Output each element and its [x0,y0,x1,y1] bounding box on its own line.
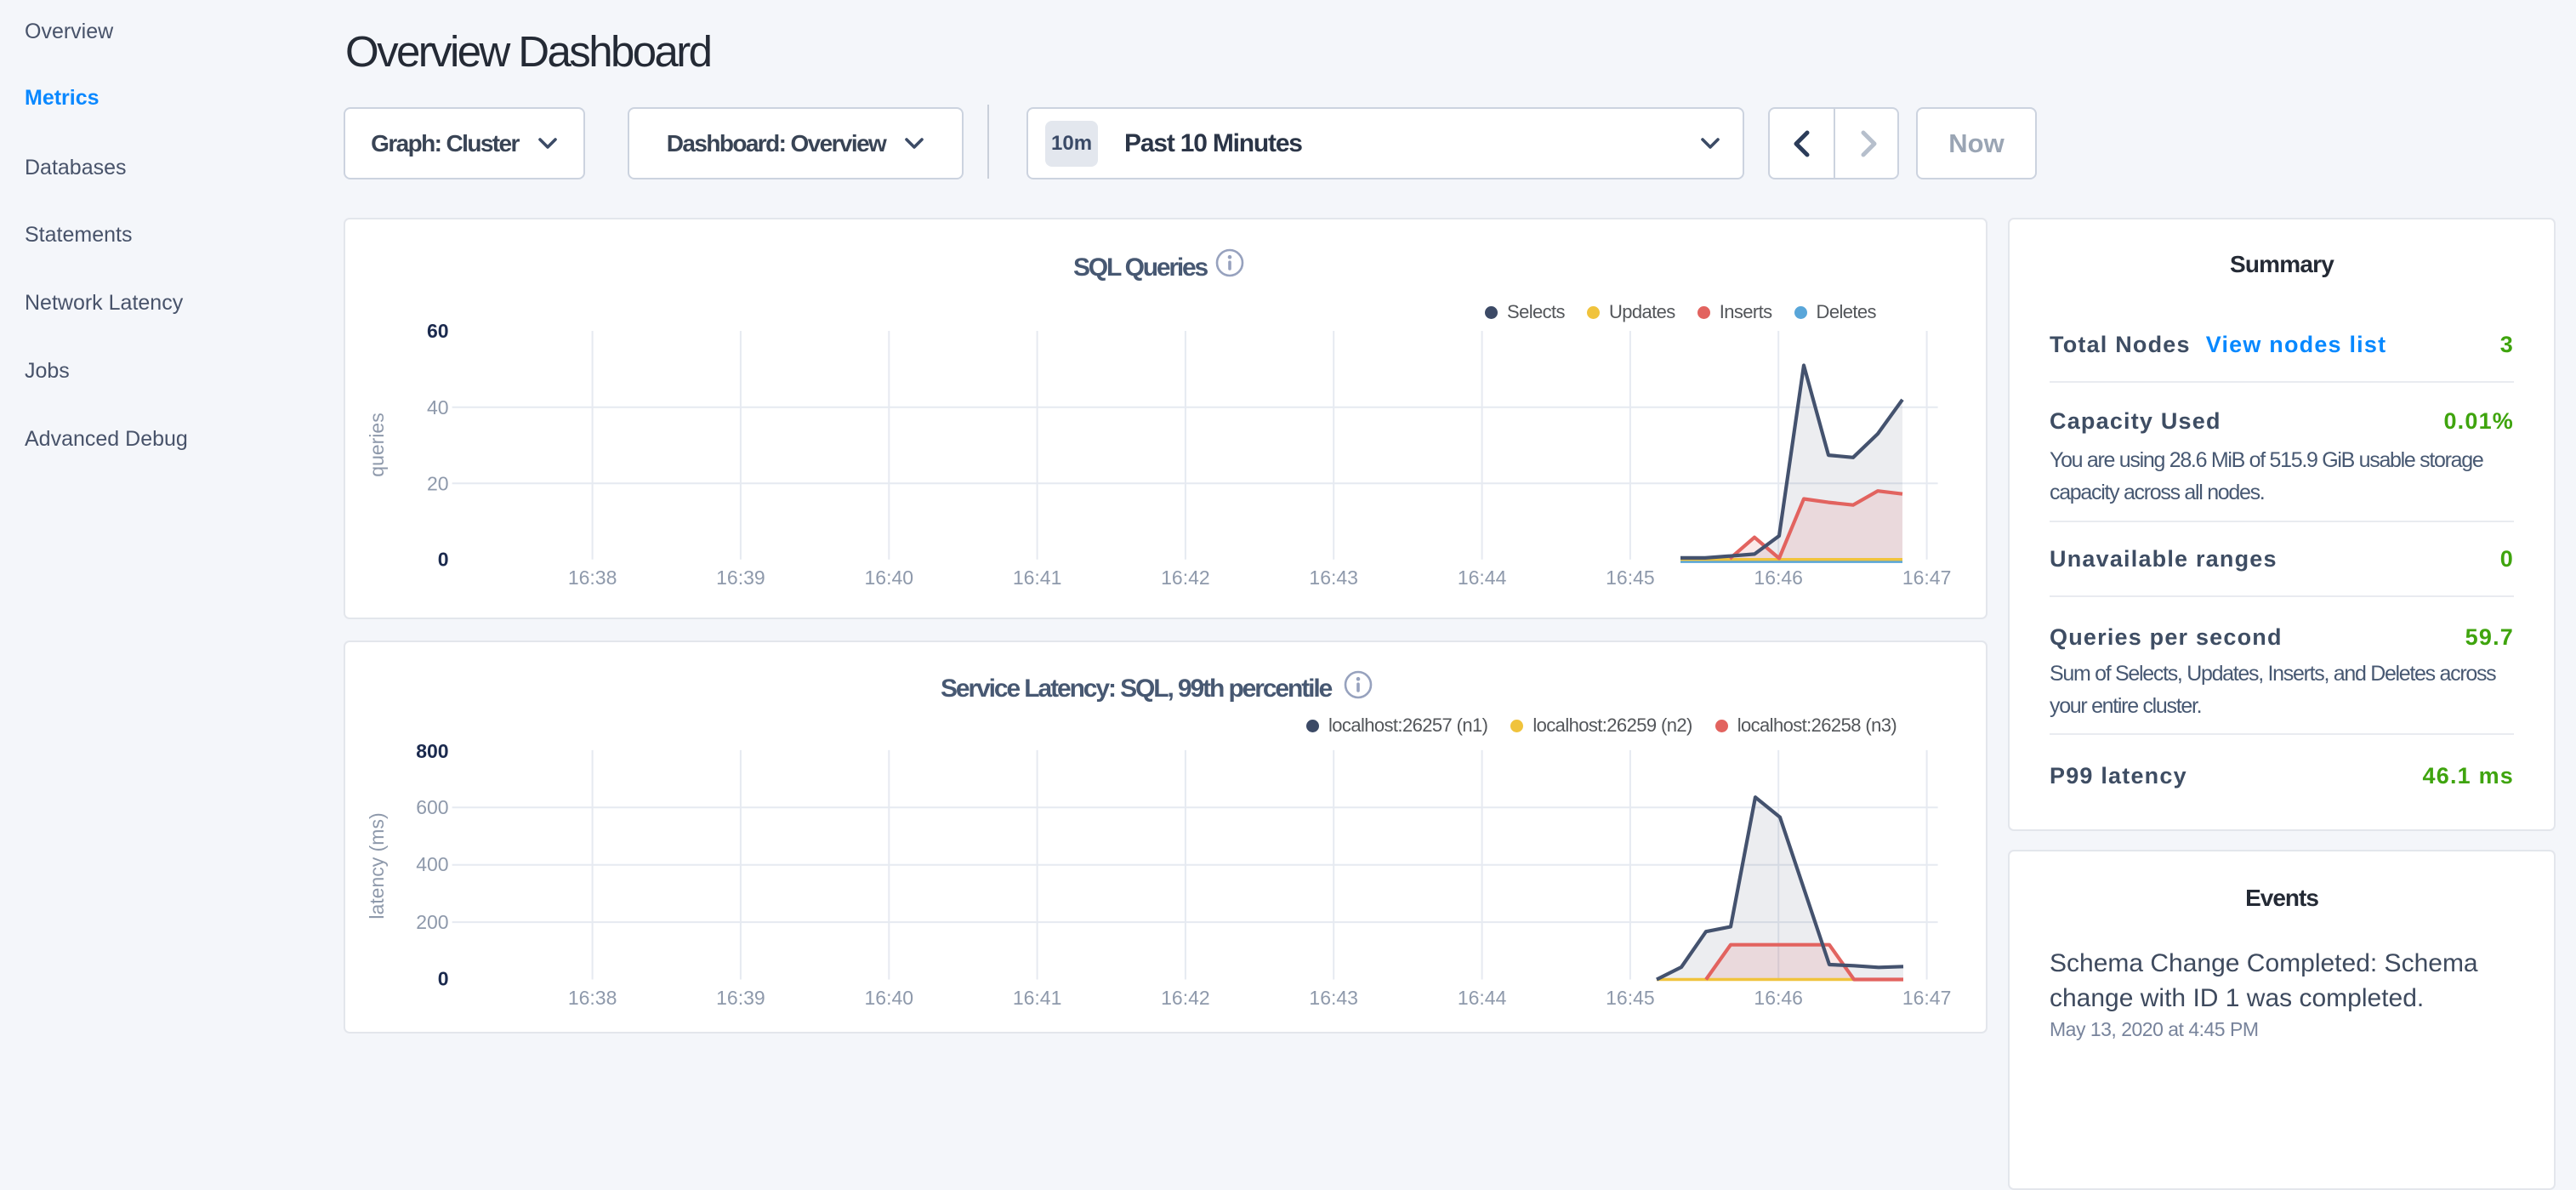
svg-text:16:38: 16:38 [568,567,617,589]
svg-text:0: 0 [438,549,449,571]
svg-text:16:39: 16:39 [716,987,765,1009]
svg-text:16:39: 16:39 [716,567,765,589]
svg-text:600: 600 [416,796,448,818]
svg-text:16:46: 16:46 [1754,987,1803,1009]
svg-text:0: 0 [438,968,449,990]
svg-text:16:42: 16:42 [1161,987,1210,1009]
svg-text:16:41: 16:41 [1013,567,1062,589]
svg-text:queries: queries [366,413,388,476]
svg-text:16:47: 16:47 [1902,567,1952,589]
svg-text:16:41: 16:41 [1013,987,1062,1009]
svg-text:16:40: 16:40 [865,567,914,589]
svg-text:16:45: 16:45 [1606,567,1655,589]
svg-text:400: 400 [416,853,448,875]
svg-text:16:45: 16:45 [1606,987,1655,1009]
svg-text:16:42: 16:42 [1161,567,1210,589]
svg-text:16:40: 16:40 [865,987,914,1009]
svg-text:16:46: 16:46 [1754,567,1803,589]
svg-text:40: 40 [427,396,449,418]
svg-text:200: 200 [416,911,448,933]
svg-text:16:44: 16:44 [1458,567,1507,589]
svg-text:latency (ms): latency (ms) [366,812,388,919]
svg-text:16:47: 16:47 [1902,987,1952,1009]
svg-text:20: 20 [427,473,449,495]
svg-text:16:44: 16:44 [1458,987,1507,1009]
svg-text:16:38: 16:38 [568,987,617,1009]
svg-text:800: 800 [416,740,448,762]
svg-text:16:43: 16:43 [1309,567,1358,589]
svg-text:16:43: 16:43 [1309,987,1358,1009]
svg-text:60: 60 [427,320,449,342]
